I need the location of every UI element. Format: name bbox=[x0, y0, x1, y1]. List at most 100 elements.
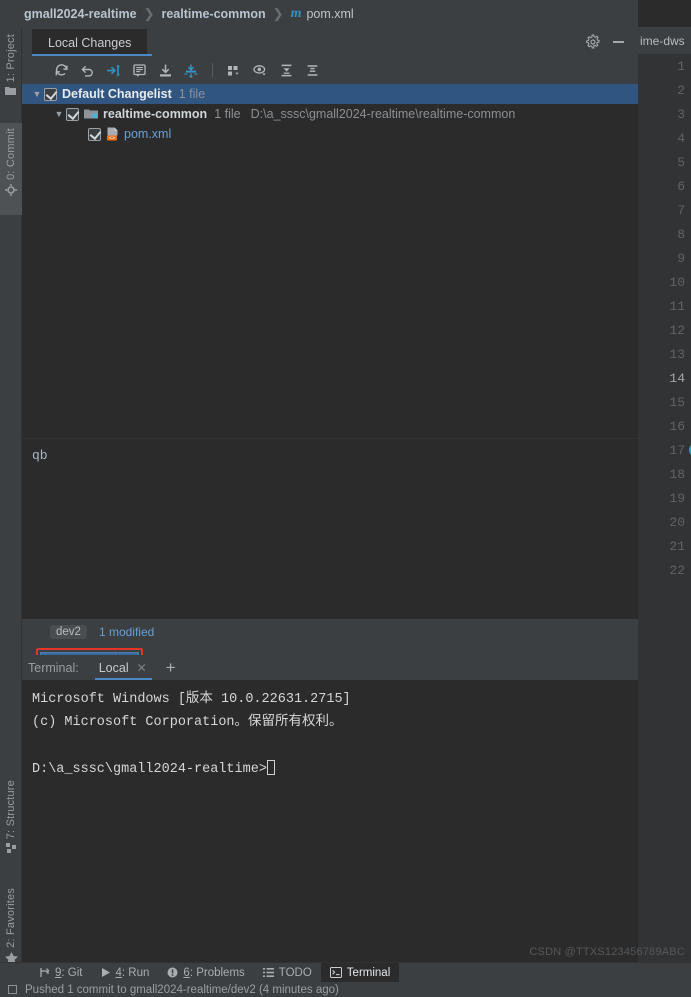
folder-file-count: 1 file bbox=[214, 107, 241, 121]
folder-name: realtime-common bbox=[103, 107, 208, 121]
terminal-tab-row: Terminal: Local ✕ + bbox=[22, 655, 638, 680]
branch-chip[interactable]: dev2 bbox=[50, 625, 87, 639]
folder-checkbox[interactable] bbox=[66, 107, 79, 121]
table-row[interactable]: <> pom.xml bbox=[22, 124, 638, 144]
status-bar-item-label: Terminal bbox=[346, 966, 391, 979]
terminal-caret bbox=[266, 759, 275, 775]
minimize-icon[interactable] bbox=[610, 34, 626, 50]
show-diff-icon[interactable] bbox=[126, 59, 152, 81]
rail-item-project[interactable]: 1: Project bbox=[0, 29, 22, 107]
watermark: CSDN @TTXS123456789ABC bbox=[529, 946, 685, 958]
line-number[interactable]: 12 bbox=[638, 318, 691, 342]
line-number[interactable]: 8 bbox=[638, 222, 691, 246]
table-row[interactable]: ▼ Default Changelist 1 file bbox=[22, 84, 638, 104]
modified-count[interactable]: 1 modified bbox=[99, 625, 154, 639]
expand-all-icon[interactable] bbox=[273, 59, 299, 81]
toolbar-divider bbox=[212, 62, 213, 78]
commit-panel-tabs: Local Changes bbox=[22, 27, 638, 56]
shelve-silently-icon[interactable] bbox=[100, 59, 126, 81]
line-number[interactable]: 20 bbox=[638, 510, 691, 534]
status-bar-item-run[interactable]: 4: Run bbox=[92, 963, 159, 983]
svg-text:<>: <> bbox=[109, 136, 115, 141]
changes-tree[interactable]: ▼ Default Changelist 1 file ▼ realtime-c… bbox=[22, 84, 638, 438]
terminal-label: Terminal: bbox=[28, 660, 79, 675]
line-number[interactable]: 19 bbox=[638, 486, 691, 510]
file-name[interactable]: pom.xml bbox=[124, 127, 171, 141]
changes-toolbar bbox=[22, 56, 638, 84]
folder-icon bbox=[5, 86, 17, 96]
group-by-icon[interactable] bbox=[221, 59, 247, 81]
status-indicator-icon bbox=[8, 985, 17, 994]
terminal-tab-local[interactable]: Local ✕ bbox=[94, 655, 152, 680]
changelist-name: Default Changelist bbox=[62, 87, 172, 101]
rail-item-commit[interactable]: 0: Commit bbox=[0, 123, 22, 215]
terminal-output[interactable]: Microsoft Windows [版本 10.0.22631.2715] (… bbox=[22, 680, 638, 962]
line-number[interactable]: 22 bbox=[638, 558, 691, 582]
breadcrumb-project[interactable]: gmall2024-realtime bbox=[24, 7, 137, 21]
chevron-down-icon[interactable]: ▼ bbox=[30, 89, 44, 99]
status-bar-item-git[interactable]: 9: Git bbox=[30, 963, 92, 983]
refresh-icon[interactable] bbox=[48, 59, 74, 81]
status-bar-item-terminal[interactable]: Terminal bbox=[320, 962, 400, 983]
line-number[interactable]: 14 bbox=[638, 366, 691, 390]
line-number[interactable]: 10 bbox=[638, 270, 691, 294]
rail-item-favorites[interactable]: 2: Favorites bbox=[0, 883, 22, 971]
changelist-checkbox[interactable] bbox=[44, 87, 57, 101]
line-number[interactable]: 1 bbox=[638, 54, 691, 78]
breadcrumb-file[interactable]: pom.xml bbox=[306, 7, 353, 21]
status-bar-item-label: 6: Problems bbox=[183, 966, 245, 979]
gear-icon[interactable] bbox=[585, 34, 601, 50]
breadcrumb-module[interactable]: realtime-common bbox=[161, 7, 265, 21]
structure-icon bbox=[5, 843, 17, 854]
xml-file-icon: <> bbox=[106, 127, 119, 141]
git-branch-icon bbox=[39, 967, 50, 978]
line-number[interactable]: 13 bbox=[638, 342, 691, 366]
line-number[interactable]: 15 bbox=[638, 390, 691, 414]
line-number[interactable]: 7 bbox=[638, 198, 691, 222]
close-icon[interactable]: ✕ bbox=[137, 661, 147, 675]
tab-local-changes[interactable]: Local Changes bbox=[32, 29, 148, 56]
breadcrumb: gmall2024-realtime ❯ realtime-common ❯ m… bbox=[0, 0, 691, 27]
folder-path: D:\a_sssc\gmall2024-realtime\realtime-co… bbox=[250, 107, 516, 121]
line-number[interactable]: 21 bbox=[638, 534, 691, 558]
preview-diff-icon[interactable] bbox=[247, 59, 273, 81]
unshelve-icon[interactable] bbox=[178, 59, 204, 81]
line-number[interactable]: 17↻ bbox=[638, 438, 691, 462]
table-row[interactable]: ▼ realtime-common 1 file D:\a_sssc\gmall… bbox=[22, 104, 638, 124]
chevron-down-icon[interactable]: ▼ bbox=[52, 109, 66, 119]
module-folder-icon bbox=[84, 108, 98, 120]
rail-item-structure-label: 7: Structure bbox=[5, 780, 17, 840]
line-number[interactable]: 18 bbox=[638, 462, 691, 486]
rail-item-structure[interactable]: 7: Structure bbox=[0, 775, 22, 863]
editor-tab-label: ime-dws bbox=[640, 33, 685, 48]
rollback-icon[interactable] bbox=[74, 59, 100, 81]
line-number[interactable]: 2 bbox=[638, 78, 691, 102]
status-message-row: Pushed 1 commit to gmall2024-realtime/de… bbox=[0, 982, 691, 997]
line-number[interactable]: 11 bbox=[638, 294, 691, 318]
terminal-tab-local-label: Local bbox=[98, 660, 129, 675]
editor-pane: ime-dws 12345m67891011121314151617↻18192… bbox=[638, 0, 691, 997]
collapse-all-icon[interactable] bbox=[299, 59, 325, 81]
changelist-file-count: 1 file bbox=[178, 87, 206, 101]
update-project-icon[interactable] bbox=[152, 59, 178, 81]
terminal-icon bbox=[329, 967, 342, 978]
rail-item-commit-label: 0: Commit bbox=[5, 128, 17, 180]
editor-tab[interactable]: ime-dws bbox=[638, 27, 691, 54]
commit-status-row: dev2 1 modified bbox=[22, 619, 638, 645]
editor-gutter[interactable]: 12345m67891011121314151617↻1819202122 bbox=[638, 54, 691, 964]
status-bar-item-todo[interactable]: TODO bbox=[254, 963, 321, 983]
line-number[interactable]: 6 bbox=[638, 174, 691, 198]
line-number[interactable]: 16 bbox=[638, 414, 691, 438]
plus-icon[interactable]: + bbox=[166, 659, 176, 676]
status-message: Pushed 1 commit to gmall2024-realtime/de… bbox=[25, 983, 339, 996]
line-number[interactable]: 4 bbox=[638, 126, 691, 150]
line-number[interactable]: 9 bbox=[638, 246, 691, 270]
status-bar-item-label: TODO bbox=[278, 966, 312, 979]
line-number[interactable]: 3 bbox=[638, 102, 691, 126]
ide-window: gmall2024-realtime ❯ realtime-common ❯ m… bbox=[0, 0, 691, 997]
file-checkbox[interactable] bbox=[88, 127, 101, 141]
status-bar-item-problems[interactable]: 6: Problems bbox=[158, 963, 253, 983]
commit-message-input[interactable]: qb bbox=[22, 438, 638, 619]
line-number[interactable]: 5m bbox=[638, 150, 691, 174]
